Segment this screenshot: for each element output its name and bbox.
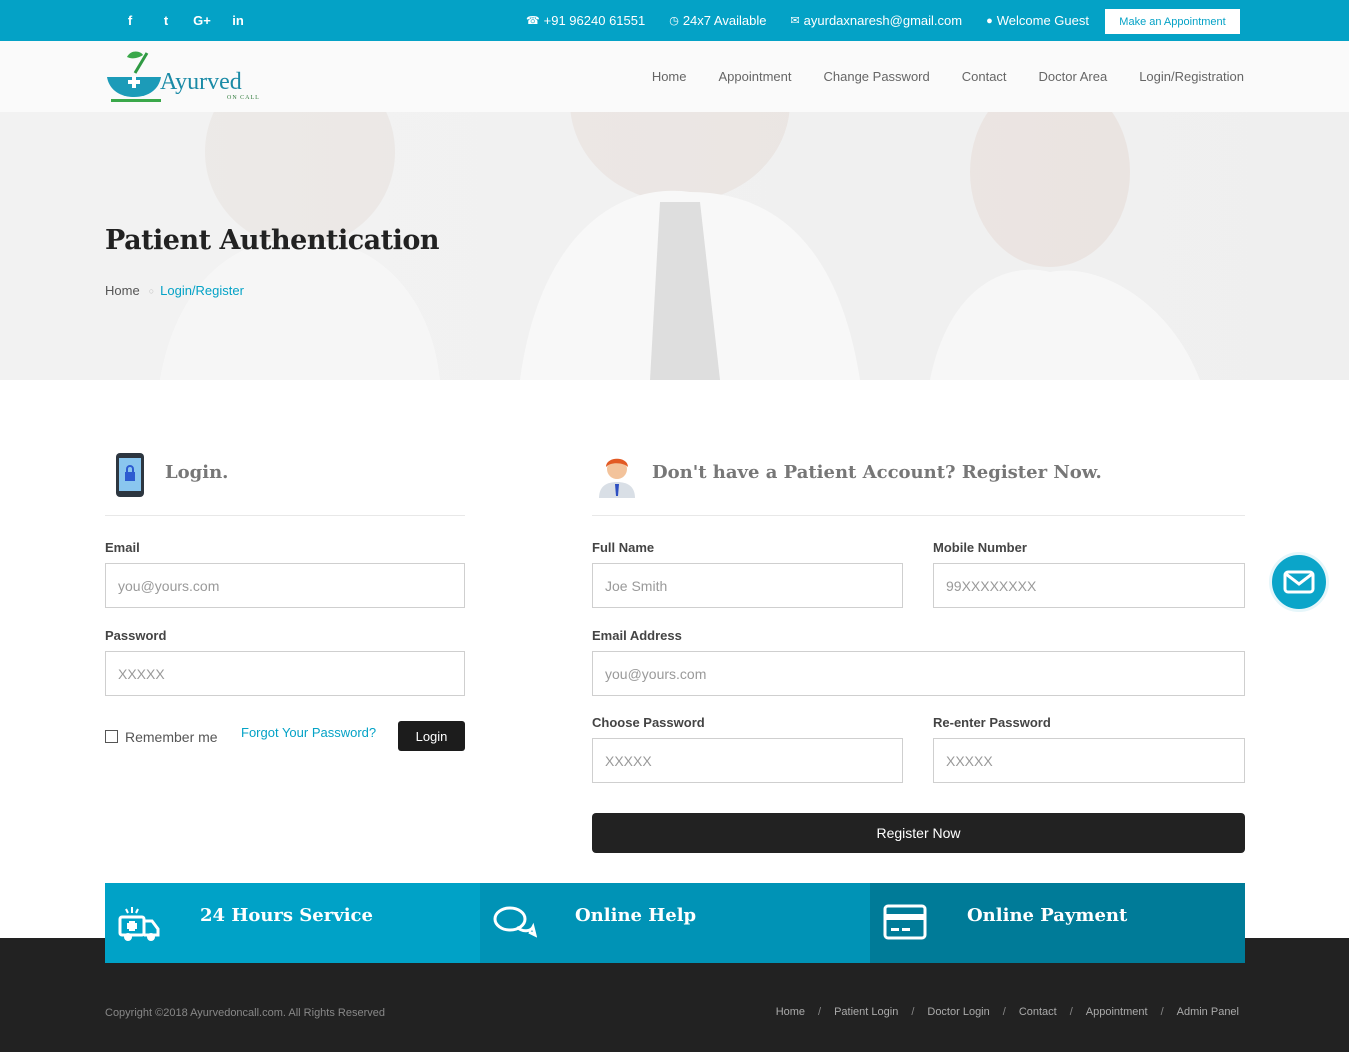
fullname-input[interactable] <box>592 563 903 608</box>
feature-online-help: Online Help <box>480 883 870 963</box>
register-title: Don't have a Patient Account? Register N… <box>652 462 1102 483</box>
register-now-button[interactable]: Register Now <box>592 813 1245 853</box>
google-plus-icon[interactable]: G+ <box>184 13 220 28</box>
nav-contact[interactable]: Contact <box>962 69 1007 84</box>
breadcrumb-current: Login/Register <box>160 283 244 298</box>
nav-login-registration[interactable]: Login/Registration <box>1139 69 1244 84</box>
header: Ayurved ON CALL Home Appointment Change … <box>0 41 1349 112</box>
facebook-icon[interactable]: f <box>112 13 148 28</box>
phone-icon: ☎ <box>525 15 540 27</box>
login-email-label: Email <box>105 540 140 555</box>
feature-online-payment: Online Payment <box>870 883 1245 963</box>
footer-link-contact[interactable]: Contact <box>1019 1006 1057 1018</box>
brand-tagline: ON CALL <box>227 95 260 101</box>
page-title: Patient Authentication <box>105 225 440 256</box>
choose-password-label: Choose Password <box>592 715 705 730</box>
social-links: f t G+ in <box>112 0 256 41</box>
nav-home[interactable]: Home <box>652 69 687 84</box>
availability-info: ◷ 24x7 Available <box>669 13 766 28</box>
mail-icon <box>1283 570 1315 594</box>
contact-info: ☎ +91 96240 61551 ◷ 24x7 Available ✉ ayu… <box>502 0 1089 41</box>
login-password-input[interactable] <box>105 651 465 696</box>
footer-link-separator: / <box>1160 1006 1164 1018</box>
reenter-password-input[interactable] <box>933 738 1245 783</box>
email-text[interactable]: ayurdaxnaresh@gmail.com <box>804 13 962 28</box>
mobile-lock-icon <box>116 453 144 497</box>
chat-bubbles-icon <box>493 906 537 938</box>
clock-icon: ◷ <box>669 15 679 27</box>
features-band: 24 Hours Service Online Help Online Paym… <box>105 883 1245 963</box>
forgot-password-link[interactable]: Forgot Your Password? <box>241 725 376 740</box>
contact-mail-button[interactable] <box>1269 552 1329 612</box>
footer-link-separator: / <box>818 1006 822 1018</box>
feature-title: 24 Hours Service <box>200 905 373 926</box>
envelope-icon: ✉ <box>790 15 800 27</box>
login-email-input[interactable] <box>105 563 465 608</box>
footer-link-admin-panel[interactable]: Admin Panel <box>1177 1006 1239 1018</box>
remember-me-checkbox[interactable] <box>105 730 118 743</box>
doctor-avatar-icon <box>599 458 635 498</box>
footer-link-home[interactable]: Home <box>776 1006 805 1018</box>
feature-title: Online Payment <box>967 905 1128 926</box>
fullname-label: Full Name <box>592 540 655 555</box>
remember-me-label[interactable]: Remember me <box>125 729 218 745</box>
footer-link-appointment[interactable]: Appointment <box>1086 1006 1148 1018</box>
linkedin-icon[interactable]: in <box>220 13 256 28</box>
nav-change-password[interactable]: Change Password <box>824 69 930 84</box>
feature-title: Online Help <box>575 905 697 926</box>
breadcrumb-home[interactable]: Home <box>105 283 140 298</box>
email-info: ✉ ayurdaxnaresh@gmail.com <box>790 13 962 28</box>
phone-info: ☎ +91 96240 61551 <box>526 13 645 28</box>
mobile-input[interactable] <box>933 563 1245 608</box>
copyright-text: Copyright ©2018 Ayurvedoncall.com. All R… <box>105 1007 385 1019</box>
nav-appointment[interactable]: Appointment <box>719 69 792 84</box>
register-email-label: Email Address <box>592 628 682 643</box>
register-email-input[interactable] <box>592 651 1245 696</box>
credit-card-icon <box>883 904 927 940</box>
mortar-logo-icon <box>107 51 161 102</box>
footer-link-patient-login[interactable]: Patient Login <box>834 1006 898 1018</box>
breadcrumb-separator-icon: ○ <box>148 285 155 296</box>
footer-links: Home / Patient Login / Doctor Login / Co… <box>776 1006 1239 1018</box>
login-title: Login. <box>165 462 229 483</box>
brand-name: Ayurved <box>160 69 242 95</box>
login-button[interactable]: Login <box>398 721 465 751</box>
twitter-icon[interactable]: t <box>148 13 184 28</box>
ambulance-icon <box>118 907 160 941</box>
reenter-password-label: Re-enter Password <box>933 715 1051 730</box>
main-nav: Home Appointment Change Password Contact… <box>620 41 1244 112</box>
breadcrumb: Home ○ Login/Register <box>105 283 244 298</box>
mobile-label: Mobile Number <box>933 540 1027 555</box>
footer-link-doctor-login[interactable]: Doctor Login <box>927 1006 989 1018</box>
footer-link-separator: / <box>1002 1006 1006 1018</box>
phone-text: +91 96240 61551 <box>543 13 646 28</box>
logo[interactable]: Ayurved ON CALL <box>105 49 265 105</box>
nav-doctor-area[interactable]: Doctor Area <box>1039 69 1108 84</box>
feature-24-hours: 24 Hours Service <box>105 883 480 963</box>
login-password-label: Password <box>105 628 167 643</box>
page-banner: Patient Authentication Home ○ Login/Regi… <box>0 112 1349 380</box>
register-divider <box>592 515 1245 516</box>
user-icon: ● <box>986 14 993 27</box>
availability-text: 24x7 Available <box>682 13 767 28</box>
make-appointment-button[interactable]: Make an Appointment <box>1105 9 1240 34</box>
choose-password-input[interactable] <box>592 738 903 783</box>
welcome-text: Welcome Guest <box>996 13 1089 28</box>
footer-link-separator: / <box>1069 1006 1073 1018</box>
footer-link-separator: / <box>911 1006 915 1018</box>
welcome-info: ● Welcome Guest <box>986 13 1089 28</box>
top-bar: f t G+ in ☎ +91 96240 61551 ◷ 24x7 Avail… <box>0 0 1349 41</box>
login-divider <box>105 515 465 516</box>
